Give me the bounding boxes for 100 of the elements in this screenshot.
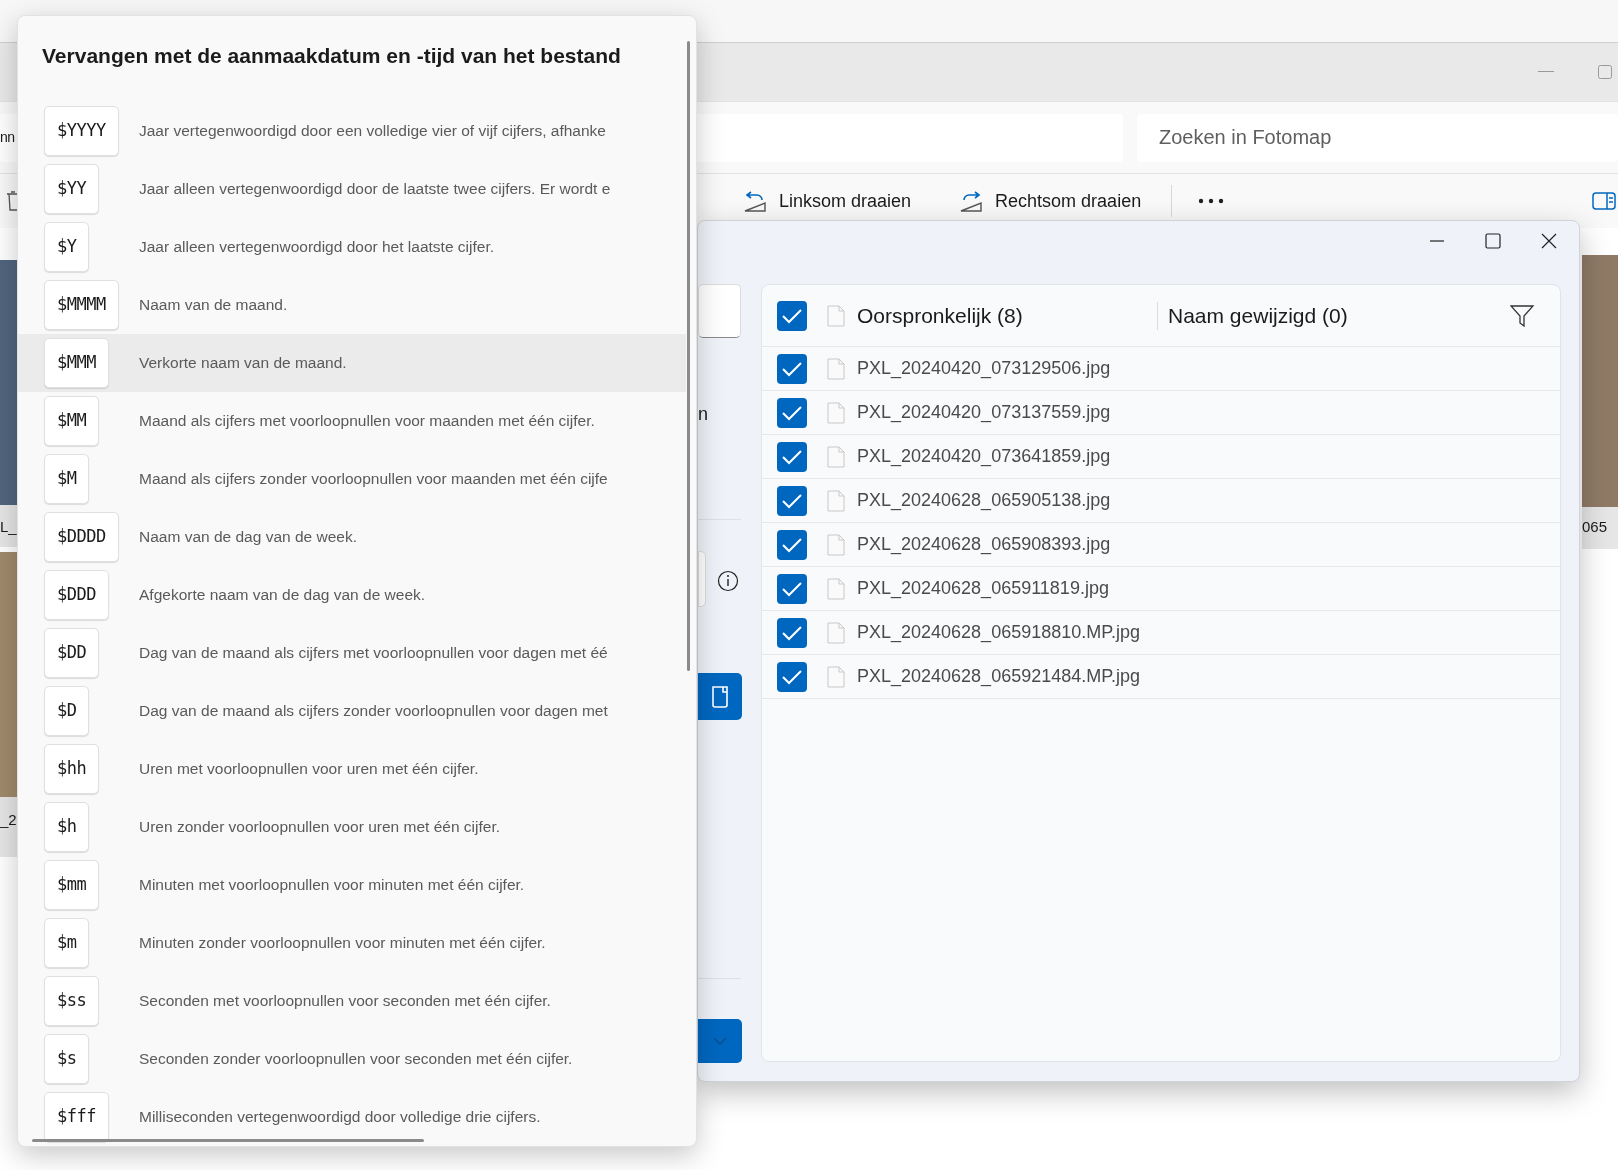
file-icon — [827, 401, 845, 424]
file-name: PXL_20240628_065921484.MP.jpg — [857, 665, 1140, 689]
pattern-item[interactable]: $YY Jaar alleen vertegenwoordigd door de laatste twee cijfers. Er wordt e — [18, 160, 686, 218]
pattern-code: $YYYY — [44, 106, 119, 156]
pattern-code: $mm — [44, 860, 100, 910]
pattern-item[interactable]: $s Seconden zonder voorloopnullen voor seconden met één cijfer. — [18, 1030, 686, 1088]
checkbox[interactable] — [777, 441, 807, 472]
chevron-down-icon — [713, 1037, 727, 1045]
file-name: PXL_20240420_073137559.jpg — [857, 401, 1111, 425]
pattern-code: $D — [44, 686, 90, 736]
checkmark-icon — [781, 536, 803, 553]
toolbar-button[interactable]: Linksom draaien — [743, 187, 912, 215]
rotate-left-icon — [743, 189, 767, 213]
filter-icon[interactable] — [1510, 304, 1534, 327]
details-pane-icon[interactable] — [1592, 192, 1616, 210]
maximize-icon[interactable] — [1485, 233, 1501, 249]
pattern-item[interactable]: $fff Milliseconden vertegenwoordigd door volledige drie cijfers. — [18, 1088, 686, 1146]
pattern-item[interactable]: $ss Seconden met voorloopnullen voor seconden met één cijfer. — [18, 972, 686, 1030]
pattern-description: Uren met voorloopnullen voor uren met één cijfer. — [139, 759, 479, 780]
checkmark-icon — [781, 668, 803, 685]
input-field[interactable] — [698, 284, 741, 338]
pattern-code: $M — [44, 454, 90, 504]
checkmark-icon — [781, 580, 803, 597]
checkbox[interactable] — [777, 300, 807, 331]
pattern-code: $DDD — [44, 570, 109, 620]
pattern-description: Minuten zonder voorloopnullen voor minuten met één cijfer. — [139, 933, 546, 954]
file-name: PXL_20240628_065918810.MP.jpg — [857, 621, 1140, 645]
pattern-code: $h — [44, 802, 90, 852]
pattern-item[interactable]: $m Minuten zonder voorloopnullen voor minuten met één cijfer. — [18, 914, 686, 972]
pattern-item[interactable]: $MMMM Naam van de maand. — [18, 276, 686, 334]
pattern-code: $hh — [44, 744, 100, 794]
checkbox[interactable] — [777, 353, 807, 384]
file-name: PXL_20240628_065908393.jpg — [857, 533, 1111, 557]
flyout-title: Vervangen met de aanmaakdatum en -tijd van het bestand — [41, 43, 622, 69]
pattern-item[interactable]: $M Maand als cijfers zonder voorloopnullen voor maanden met één cijfe — [18, 450, 686, 508]
checkmark-icon — [781, 307, 803, 324]
checkmark-icon — [781, 492, 803, 509]
file-name: PXL_20240420_073641859.jpg — [857, 445, 1111, 469]
pattern-description: Uren zonder voorloopnullen voor uren met één cijfer. — [139, 817, 500, 838]
file-icon — [827, 489, 845, 512]
pattern-code: $YY — [44, 164, 100, 214]
close-icon[interactable] — [1541, 233, 1557, 249]
pattern-item[interactable]: $mm Minuten met voorloopnullen voor minuten met één cijfer. — [18, 856, 686, 914]
pattern-code: $Y — [44, 222, 90, 272]
vertical-scrollbar[interactable] — [687, 41, 690, 671]
column-header[interactable]: Naam gewijzigd (0) — [1168, 299, 1348, 332]
file-name: PXL_20240420_073129506.jpg — [857, 357, 1111, 381]
horizontal-scrollbar[interactable] — [32, 1139, 424, 1142]
file-icon — [827, 665, 845, 688]
pattern-code: $MMM — [44, 338, 109, 388]
pattern-item[interactable]: $Y Jaar alleen vertegenwoordigd door het laatste cijfer. — [18, 218, 686, 276]
input-field[interactable] — [698, 551, 706, 607]
pattern-description: Seconden met voorloopnullen voor seconden met één cijfer. — [139, 991, 551, 1012]
column-header[interactable]: Oorspronkelijk (8) — [857, 299, 1157, 332]
pattern-description: Minuten met voorloopnullen voor minuten met één cijfer. — [139, 875, 525, 896]
checkbox[interactable] — [777, 617, 807, 648]
pattern-description: Maand als cijfers zonder voorloopnullen voor maanden met één cijfe — [139, 469, 608, 490]
checkbox[interactable] — [777, 661, 807, 692]
file-icon — [827, 304, 845, 327]
pattern-description: Jaar alleen vertegenwoordigd door het laatste cijfer. — [139, 237, 494, 258]
pattern-code: $s — [44, 1034, 90, 1084]
thumbnail-caption: L_ — [0, 517, 17, 537]
checkmark-icon — [781, 448, 803, 465]
pattern-description: Dag van de maand als cijfers zonder voorloopnullen voor dagen met — [139, 701, 608, 722]
pattern-code: $m — [44, 918, 90, 968]
pattern-item[interactable]: $hh Uren met voorloopnullen voor uren met één cijfer. — [18, 740, 686, 798]
pattern-description: Afgekorte naam van de dag van de week. — [139, 585, 426, 606]
checkbox[interactable] — [777, 529, 807, 560]
pattern-item[interactable]: $MM Maand als cijfers met voorloopnullen voor maanden met één cijfer. — [18, 392, 686, 450]
file-icon — [827, 445, 845, 468]
label-text: n — [698, 403, 708, 426]
pattern-code: $DD — [44, 628, 100, 678]
pattern-item[interactable]: $D Dag van de maand als cijfers zonder voorloopnullen voor dagen met — [18, 682, 686, 740]
pattern-description: Maand als cijfers met voorloopnullen voor maanden met één cijfer. — [139, 411, 595, 432]
checkbox[interactable] — [777, 573, 807, 604]
file-name: PXL_20240628_065905138.jpg — [857, 489, 1111, 513]
file-icon — [710, 684, 730, 709]
pattern-item[interactable]: $YYYY Jaar vertegenwoordigd door een volledige vier of vijf cijfers, afhanke — [18, 102, 686, 160]
checkmark-icon — [781, 624, 803, 641]
file-icon — [827, 357, 845, 380]
pattern-description: Milliseconden vertegenwoordigd door volledige drie cijfers. — [139, 1107, 541, 1128]
pattern-description: Naam van de dag van de week. — [139, 527, 357, 548]
more-icon[interactable] — [1198, 198, 1225, 204]
pattern-item[interactable]: $h Uren zonder voorloopnullen voor uren met één cijfer. — [18, 798, 686, 856]
pattern-item[interactable]: $DD Dag van de maand als cijfers met voorloopnullen voor dagen met éé — [18, 624, 686, 682]
thumbnail-caption: _2 — [0, 810, 17, 830]
pattern-code: $MM — [44, 396, 100, 446]
pattern-item[interactable]: $DDD Afgekorte naam van de dag van de week. — [18, 566, 686, 624]
search-field[interactable]: Zoeken in Fotomap — [1137, 113, 1618, 162]
checkbox[interactable] — [777, 397, 807, 428]
toolbar-button[interactable]: Rechtsom draaien — [959, 187, 1142, 215]
apply-button[interactable] — [698, 673, 742, 720]
pattern-code: $fff — [44, 1092, 109, 1142]
pattern-item[interactable]: $DDDD Naam van de dag van de week. — [18, 508, 686, 566]
pattern-code: $DDDD — [44, 512, 119, 562]
checkbox[interactable] — [777, 485, 807, 516]
file-icon — [827, 621, 845, 644]
info-icon[interactable] — [717, 570, 739, 592]
pattern-item[interactable]: $MMM Verkorte naam van de maand. — [18, 334, 686, 392]
pattern-code: $ss — [44, 976, 100, 1026]
